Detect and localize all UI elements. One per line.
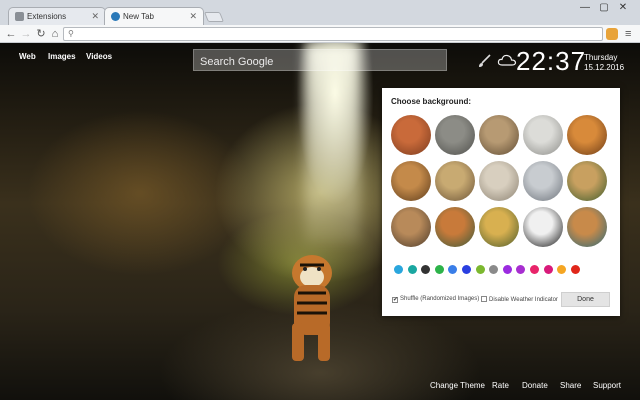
link-web[interactable]: Web bbox=[19, 52, 36, 61]
lion-thumbnail[interactable] bbox=[391, 115, 431, 155]
tab-extensions[interactable]: Extensions ✕ bbox=[8, 7, 106, 25]
browser-toolbar: ← → ↻ ⌂ ⚲ ≡ bbox=[0, 25, 640, 43]
done-button[interactable]: Done bbox=[561, 292, 610, 307]
close-icon[interactable]: ✕ bbox=[189, 11, 197, 22]
color-swatch[interactable] bbox=[502, 265, 512, 274]
home-icon[interactable]: ⌂ bbox=[49, 26, 61, 42]
back-arrow-icon[interactable]: ← bbox=[5, 26, 17, 42]
snow-leopard-thumbnail[interactable] bbox=[523, 161, 563, 201]
color-swatch[interactable] bbox=[434, 265, 444, 274]
disable-weather-checkbox[interactable] bbox=[481, 296, 487, 302]
brush-icon[interactable] bbox=[476, 53, 492, 69]
tiger-river-thumbnail[interactable] bbox=[435, 207, 475, 247]
tiger-face-thumbnail[interactable] bbox=[567, 115, 607, 155]
disable-weather-option[interactable]: Disable Weather Indicator bbox=[481, 296, 558, 303]
link-videos[interactable]: Videos bbox=[86, 52, 112, 61]
color-swatch[interactable] bbox=[407, 265, 417, 274]
new-tab-favicon-icon bbox=[111, 12, 120, 21]
background-light-beam bbox=[305, 43, 360, 243]
lion-mane-thumbnail[interactable] bbox=[479, 115, 519, 155]
color-swatch[interactable] bbox=[394, 265, 403, 274]
tab-label: New Tab bbox=[123, 12, 154, 21]
shuffle-label: Shuffle (Randomized Images) bbox=[400, 296, 480, 302]
disable-weather-label: Disable Weather Indicator bbox=[489, 297, 558, 303]
new-tab-button[interactable] bbox=[203, 12, 225, 22]
window-close-button[interactable]: ✕ bbox=[616, 2, 630, 13]
color-swatch[interactable] bbox=[489, 265, 499, 274]
close-icon[interactable]: ✕ bbox=[91, 11, 99, 22]
black-tiger-thumbnail[interactable] bbox=[523, 207, 563, 247]
tiger-grass-thumbnail[interactable] bbox=[479, 207, 519, 247]
footer-bar: Change Theme Rate Donate Share Support bbox=[0, 376, 640, 400]
leopard-thumbnail[interactable] bbox=[435, 161, 475, 201]
forward-arrow-icon[interactable]: → bbox=[20, 26, 32, 42]
color-swatch[interactable] bbox=[516, 265, 526, 274]
elephant-thumbnail[interactable] bbox=[435, 115, 475, 155]
tab-strip: Extensions ✕ New Tab ✕ — ▢ ✕ bbox=[0, 0, 640, 25]
color-swatch[interactable] bbox=[421, 265, 431, 274]
maximize-button[interactable]: ▢ bbox=[597, 2, 611, 13]
share-link[interactable]: Share bbox=[560, 381, 581, 390]
white-lion-thumbnail[interactable] bbox=[479, 161, 519, 201]
clock-time: 22:37 bbox=[516, 46, 587, 76]
menu-icon[interactable]: ≡ bbox=[625, 26, 631, 42]
search-input[interactable] bbox=[193, 49, 447, 71]
rate-link[interactable]: Rate bbox=[492, 381, 509, 390]
donate-link[interactable]: Donate bbox=[522, 381, 548, 390]
color-swatch[interactable] bbox=[530, 265, 539, 274]
color-swatch[interactable] bbox=[543, 265, 553, 274]
tab-new-tab[interactable]: New Tab ✕ bbox=[104, 7, 204, 25]
extension-icon[interactable] bbox=[606, 28, 618, 40]
tiger-cub-thumbnail[interactable] bbox=[391, 207, 431, 247]
clock-date: 15.12.2016 bbox=[584, 63, 625, 72]
color-swatch[interactable] bbox=[475, 265, 485, 274]
tiger-silhouette bbox=[292, 255, 332, 361]
support-link[interactable]: Support bbox=[593, 381, 621, 390]
shuffle-option[interactable]: ✔ Shuffle (Randomized Images) bbox=[392, 296, 479, 303]
white-tiger-thumbnail[interactable] bbox=[523, 115, 563, 155]
tiger-roar-thumbnail[interactable] bbox=[391, 161, 431, 201]
search-icon: ⚲ bbox=[68, 29, 74, 38]
background-chooser-panel: Choose background: ✔ Shuffle (Randomized … bbox=[382, 88, 620, 316]
color-swatch[interactable] bbox=[557, 265, 567, 274]
panel-title: Choose background: bbox=[391, 97, 472, 106]
color-swatch[interactable] bbox=[462, 265, 471, 274]
color-swatch[interactable] bbox=[448, 265, 458, 274]
minimize-button[interactable]: — bbox=[578, 2, 592, 13]
cloud-icon[interactable] bbox=[497, 52, 517, 68]
new-tab-page: Web Images Videos 22:37 Thursday 15.12.2… bbox=[0, 43, 640, 400]
tiger-water-thumbnail[interactable] bbox=[567, 207, 607, 247]
link-images[interactable]: Images bbox=[48, 52, 76, 61]
lioness-thumbnail[interactable] bbox=[567, 161, 607, 201]
reload-icon[interactable]: ↻ bbox=[35, 26, 47, 42]
address-bar[interactable]: ⚲ bbox=[63, 27, 603, 41]
shuffle-checkbox[interactable]: ✔ bbox=[392, 297, 398, 303]
tab-label: Extensions bbox=[27, 12, 67, 21]
color-swatch[interactable] bbox=[570, 265, 580, 274]
change-theme-link[interactable]: Change Theme bbox=[430, 381, 485, 390]
clock-day: Thursday bbox=[584, 53, 618, 62]
puzzle-icon bbox=[15, 12, 24, 21]
